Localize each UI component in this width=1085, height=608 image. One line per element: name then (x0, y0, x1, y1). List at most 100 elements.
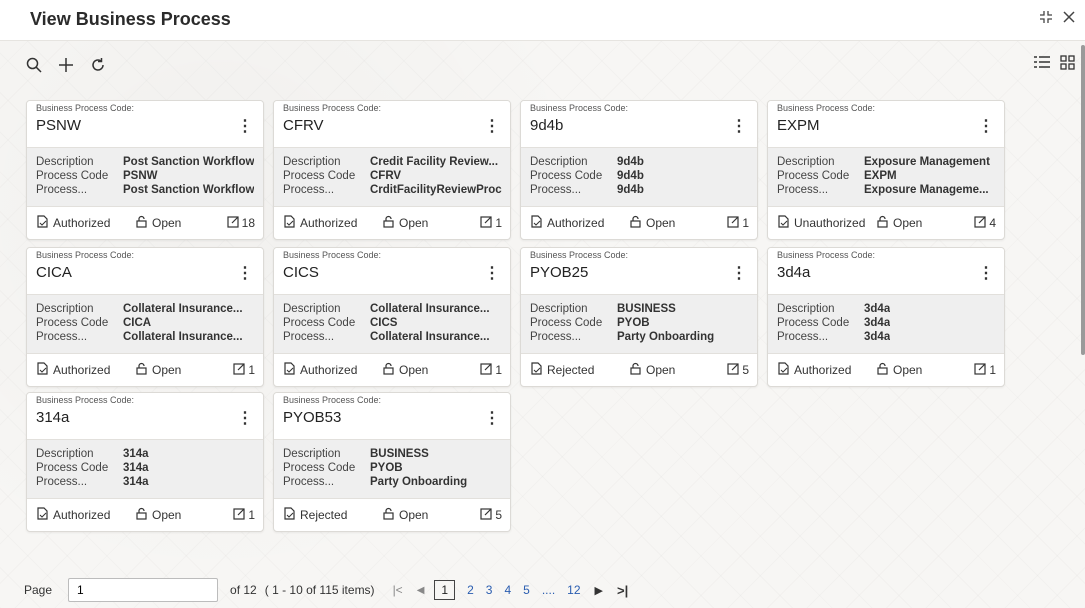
page-title: View Business Process (30, 9, 231, 29)
process-value: 9d4b (617, 184, 644, 196)
next-page-icon[interactable]: ▶ (595, 584, 603, 597)
lock-icon (876, 215, 889, 231)
lock-icon (135, 362, 148, 378)
description-value: 9d4b (617, 156, 644, 168)
process-code-label: Process Code (530, 170, 603, 182)
process-code-label: Process Code (36, 170, 109, 182)
code-label: Business Process Code: (530, 250, 629, 260)
status-badge: Authorized (283, 215, 357, 231)
process-label: Process... (283, 476, 335, 488)
process-code-value: PYOB (370, 462, 403, 474)
page-link[interactable]: 4 (504, 583, 511, 597)
description-value: Credit Facility Review... (370, 156, 499, 168)
process-code-value: CICS (370, 317, 398, 329)
lock-icon (382, 215, 395, 231)
open-text: Open (152, 363, 182, 377)
page-link[interactable]: 3 (486, 583, 493, 597)
process-label: Process... (283, 331, 335, 343)
page-label: Page (24, 583, 53, 597)
modification-count: 1 (233, 362, 255, 378)
process-code-title: PYOB53 (283, 409, 342, 426)
more-options-icon[interactable]: ⋮ (731, 263, 747, 283)
process-card[interactable]: Business Process Code: PYOB25 ⋮ Descript… (520, 247, 758, 387)
card-header: Business Process Code: CICA ⋮ (27, 248, 263, 294)
status-text: Authorized (300, 216, 358, 230)
more-options-icon[interactable]: ⋮ (484, 263, 500, 283)
more-options-icon[interactable]: ⋮ (731, 116, 747, 136)
current-page[interactable]: 1 (434, 580, 456, 600)
last-page-icon[interactable]: >| (617, 583, 628, 598)
process-code-value: PSNW (123, 170, 158, 182)
refresh-icon[interactable] (88, 55, 108, 75)
process-card[interactable]: Business Process Code: 9d4b ⋮ Descriptio… (520, 100, 758, 240)
status-text: Authorized (53, 216, 111, 230)
process-card[interactable]: Business Process Code: 3d4a ⋮ Descriptio… (767, 247, 1005, 387)
process-card[interactable]: Business Process Code: PSNW ⋮ Descriptio… (26, 100, 264, 240)
process-code-title: EXPM (777, 117, 820, 134)
last-page-link[interactable]: 12 (567, 583, 580, 597)
page-link[interactable]: 5 (523, 583, 530, 597)
description-value: BUSINESS (370, 448, 429, 460)
description-label: Description (36, 303, 94, 315)
modification-count: 1 (233, 507, 255, 523)
code-label: Business Process Code: (36, 103, 135, 113)
scrollbar[interactable] (1081, 45, 1085, 355)
card-footer: Rejected Open 5 (274, 498, 510, 531)
page-link[interactable]: 2 (467, 583, 474, 597)
description-value: BUSINESS (617, 303, 676, 315)
process-card[interactable]: Business Process Code: 314a ⋮ Descriptio… (26, 392, 264, 532)
process-value: Post Sanction Workflow (123, 184, 255, 196)
grid-view-icon[interactable] (1060, 55, 1075, 75)
status-text: Authorized (794, 363, 852, 377)
process-value: CrditFacilityReviewProc (370, 184, 502, 196)
open-text: Open (152, 508, 182, 522)
list-view-icon[interactable] (1034, 55, 1050, 75)
code-label: Business Process Code: (283, 250, 382, 260)
card-details: Description Collateral Insurance... Proce… (27, 294, 263, 354)
process-code-label: Process Code (283, 317, 356, 329)
card-header: Business Process Code: CFRV ⋮ (274, 101, 510, 147)
card-details: Description Exposure Management Process C… (768, 147, 1004, 207)
process-code-label: Process Code (777, 317, 850, 329)
status-badge: Rejected (283, 507, 347, 523)
more-options-icon[interactable]: ⋮ (978, 116, 994, 136)
process-card[interactable]: Business Process Code: PYOB53 ⋮ Descript… (273, 392, 511, 532)
more-options-icon[interactable]: ⋮ (237, 116, 253, 136)
process-card[interactable]: Business Process Code: CFRV ⋮ Descriptio… (273, 100, 511, 240)
process-value: 3d4a (864, 331, 891, 343)
card-header: Business Process Code: PSNW ⋮ (27, 101, 263, 147)
status-text: Rejected (300, 508, 348, 522)
card-details: Description BUSINESS Process Code PYOB Pro… (521, 294, 757, 354)
document-icon (283, 215, 296, 231)
card-details: Description BUSINESS Process Code PYOB Pro… (274, 439, 510, 499)
process-label: Process... (777, 184, 829, 196)
page-number-input[interactable] (68, 578, 219, 602)
count-text: 1 (495, 363, 502, 377)
minimize-icon[interactable] (1039, 10, 1053, 28)
process-card[interactable]: Business Process Code: CICS ⋮ Descriptio… (273, 247, 511, 387)
modification-count: 4 (974, 215, 996, 231)
previous-page-icon[interactable]: ◀ (417, 585, 425, 596)
more-options-icon[interactable]: ⋮ (237, 263, 253, 283)
document-icon (777, 362, 790, 378)
description-label: Description (530, 156, 588, 168)
page-count-label: of 12 (230, 583, 257, 597)
header-bar: View Business Process (0, 0, 1085, 41)
process-card[interactable]: Business Process Code: CICA ⋮ Descriptio… (26, 247, 264, 387)
add-icon[interactable] (56, 55, 76, 75)
more-options-icon[interactable]: ⋮ (237, 408, 253, 428)
more-options-icon[interactable]: ⋮ (484, 408, 500, 428)
process-code-label: Process Code (283, 170, 356, 182)
process-code-label: Process Code (36, 317, 109, 329)
close-icon[interactable] (1063, 10, 1075, 28)
search-icon[interactable] (24, 55, 44, 75)
process-card[interactable]: Business Process Code: EXPM ⋮ Descriptio… (767, 100, 1005, 240)
more-options-icon[interactable]: ⋮ (484, 116, 500, 136)
count-text: 18 (241, 216, 255, 230)
card-footer: Unauthorized Open 4 (768, 206, 1004, 239)
edit-icon (480, 507, 493, 523)
lock-icon (135, 215, 148, 231)
description-label: Description (283, 303, 341, 315)
first-page-icon[interactable]: |< (393, 583, 403, 597)
more-options-icon[interactable]: ⋮ (978, 263, 994, 283)
